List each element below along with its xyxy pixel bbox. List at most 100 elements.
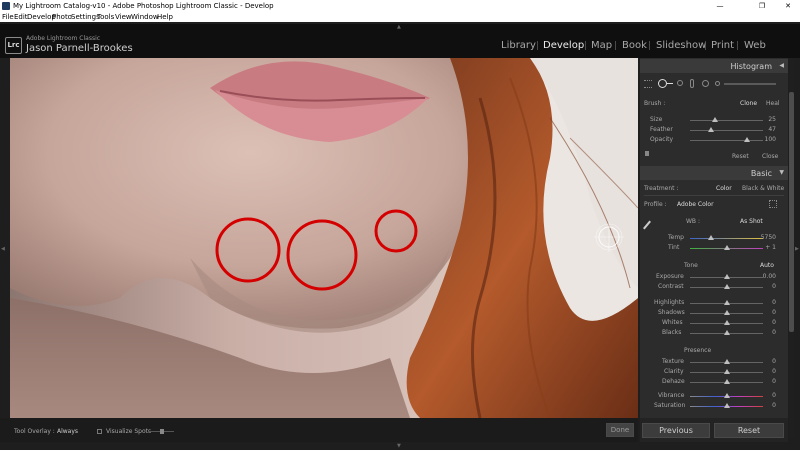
menu-file[interactable]: File xyxy=(2,12,14,22)
opacity-slider-thumb[interactable] xyxy=(744,137,750,142)
scrollbar-thumb[interactable] xyxy=(789,92,794,332)
maximize-button[interactable]: ❐ xyxy=(752,0,772,12)
opacity-slider[interactable] xyxy=(690,140,763,141)
exposure-value[interactable]: 0.00 xyxy=(763,273,776,280)
wb-dropdown[interactable]: As Shot xyxy=(740,218,763,225)
tint-slider-thumb[interactable] xyxy=(724,245,730,250)
vibrance-label: Vibrance xyxy=(658,392,685,399)
whites-slider-thumb[interactable] xyxy=(724,320,730,325)
feather-value[interactable]: 47 xyxy=(768,126,776,133)
visualize-spots-slider-thumb[interactable] xyxy=(160,429,164,434)
dehaze-slider-thumb[interactable] xyxy=(724,379,730,384)
profile-browser-grid-icon[interactable] xyxy=(769,200,777,208)
right-panel-toggle-icon[interactable]: ▶ xyxy=(795,246,799,252)
spot-removal-tool-icon[interactable] xyxy=(658,79,667,88)
wb-label: WB : xyxy=(686,218,700,225)
clarity-label: Clarity xyxy=(664,368,684,375)
radial-filter-icon[interactable] xyxy=(702,80,709,87)
module-develop[interactable]: Develop xyxy=(543,40,584,51)
texture-value[interactable]: 0 xyxy=(772,358,776,365)
module-library[interactable]: Library xyxy=(501,40,536,51)
contrast-label: Contrast xyxy=(658,283,684,290)
module-slideshow[interactable]: Slideshow xyxy=(656,40,706,51)
clone-button[interactable]: Clone xyxy=(740,100,757,107)
histogram-header[interactable]: Histogram ◀ xyxy=(640,59,788,73)
blacks-value[interactable]: 0 xyxy=(772,329,776,336)
temp-value[interactable]: 5750 xyxy=(761,234,776,241)
menu-settings[interactable]: Settings xyxy=(71,12,100,22)
opacity-value[interactable]: 100 xyxy=(765,136,776,143)
menu-edit[interactable]: Edit xyxy=(14,12,28,22)
contrast-value[interactable]: 0 xyxy=(772,283,776,290)
photo-canvas[interactable] xyxy=(10,58,638,418)
menu-tools[interactable]: Tools xyxy=(97,12,114,22)
toggle-switch-icon[interactable] xyxy=(645,151,649,156)
shadows-value[interactable]: 0 xyxy=(772,309,776,316)
treatment-bw-button[interactable]: Black & White xyxy=(742,185,784,192)
menu-help[interactable]: Help xyxy=(157,12,173,22)
menu-view[interactable]: View xyxy=(115,12,132,22)
heal-button[interactable]: Heal xyxy=(766,100,780,107)
temp-slider[interactable] xyxy=(690,238,763,239)
spot-reset-button[interactable]: Reset xyxy=(732,153,749,160)
done-button[interactable]: Done xyxy=(606,423,634,437)
tone-auto-button[interactable]: Auto xyxy=(760,262,774,269)
visualize-spots-checkbox[interactable] xyxy=(97,429,102,434)
graduated-filter-icon[interactable] xyxy=(690,79,694,88)
highlights-slider-thumb[interactable] xyxy=(724,300,730,305)
module-separator: | xyxy=(736,41,740,51)
blacks-slider-thumb[interactable] xyxy=(724,330,730,335)
whites-value[interactable]: 0 xyxy=(772,319,776,326)
profile-dropdown[interactable]: Adobe Color xyxy=(677,201,714,208)
saturation-slider-thumb[interactable] xyxy=(724,403,730,408)
module-print[interactable]: Print xyxy=(711,40,734,51)
treatment-color-button[interactable]: Color xyxy=(716,185,732,192)
highlights-value[interactable]: 0 xyxy=(772,299,776,306)
size-value[interactable]: 25 xyxy=(768,116,776,123)
temp-slider-thumb[interactable] xyxy=(708,235,714,240)
feather-slider-thumb[interactable] xyxy=(708,127,714,132)
filmstrip-toggle-icon[interactable]: ▼ xyxy=(397,443,401,449)
contrast-slider-thumb[interactable] xyxy=(724,284,730,289)
module-web[interactable]: Web xyxy=(744,40,766,51)
vibrance-value[interactable]: 0 xyxy=(772,392,776,399)
temp-label: Temp xyxy=(668,234,684,241)
tool-overlay-dropdown[interactable]: Always xyxy=(57,428,78,435)
tool-overlay-label: Tool Overlay : xyxy=(14,428,55,435)
menu-photo[interactable]: Photo xyxy=(52,12,72,22)
feather-slider[interactable] xyxy=(690,130,763,131)
left-panel-toggle-icon[interactable]: ◀ xyxy=(1,246,5,252)
exposure-slider-thumb[interactable] xyxy=(724,274,730,279)
right-panel: Histogram ◀ Brush : Clone Heal Size 25 F… xyxy=(640,58,788,418)
adjustment-brush-icon[interactable] xyxy=(715,81,720,86)
saturation-value[interactable]: 0 xyxy=(772,402,776,409)
clarity-slider-thumb[interactable] xyxy=(724,369,730,374)
vibrance-slider-thumb[interactable] xyxy=(724,393,730,398)
module-map[interactable]: Map xyxy=(591,40,612,51)
shadows-slider-thumb[interactable] xyxy=(724,310,730,315)
texture-slider-thumb[interactable] xyxy=(724,359,730,364)
eyedropper-icon[interactable] xyxy=(643,220,651,230)
module-book[interactable]: Book xyxy=(622,40,647,51)
top-panel-toggle-icon[interactable]: ▲ xyxy=(397,24,401,30)
texture-label: Texture xyxy=(662,358,684,365)
size-slider-thumb[interactable] xyxy=(712,117,718,122)
menu-window[interactable]: Window xyxy=(131,12,159,22)
crop-tool-icon[interactable] xyxy=(644,80,652,88)
tint-value[interactable]: + 1 xyxy=(765,244,776,251)
spot-close-button[interactable]: Close xyxy=(762,153,778,160)
red-eye-tool-icon[interactable] xyxy=(677,80,683,86)
previous-button[interactable]: Previous xyxy=(642,423,710,438)
basic-panel-header[interactable]: Basic ▼ xyxy=(640,166,788,180)
size-slider[interactable] xyxy=(690,120,763,121)
basic-title: Basic xyxy=(750,169,772,178)
visualize-spots-label: Visualize Spots xyxy=(106,428,152,435)
dehaze-value[interactable]: 0 xyxy=(772,378,776,385)
minimize-button[interactable]: — xyxy=(710,0,730,12)
exposure-label: Exposure xyxy=(656,273,684,280)
profile-label: Profile : xyxy=(644,201,667,208)
lrc-logo-icon: Lrc xyxy=(5,37,22,54)
clarity-value[interactable]: 0 xyxy=(772,368,776,375)
close-window-button[interactable]: ✕ xyxy=(778,0,798,12)
reset-button[interactable]: Reset xyxy=(714,423,784,438)
